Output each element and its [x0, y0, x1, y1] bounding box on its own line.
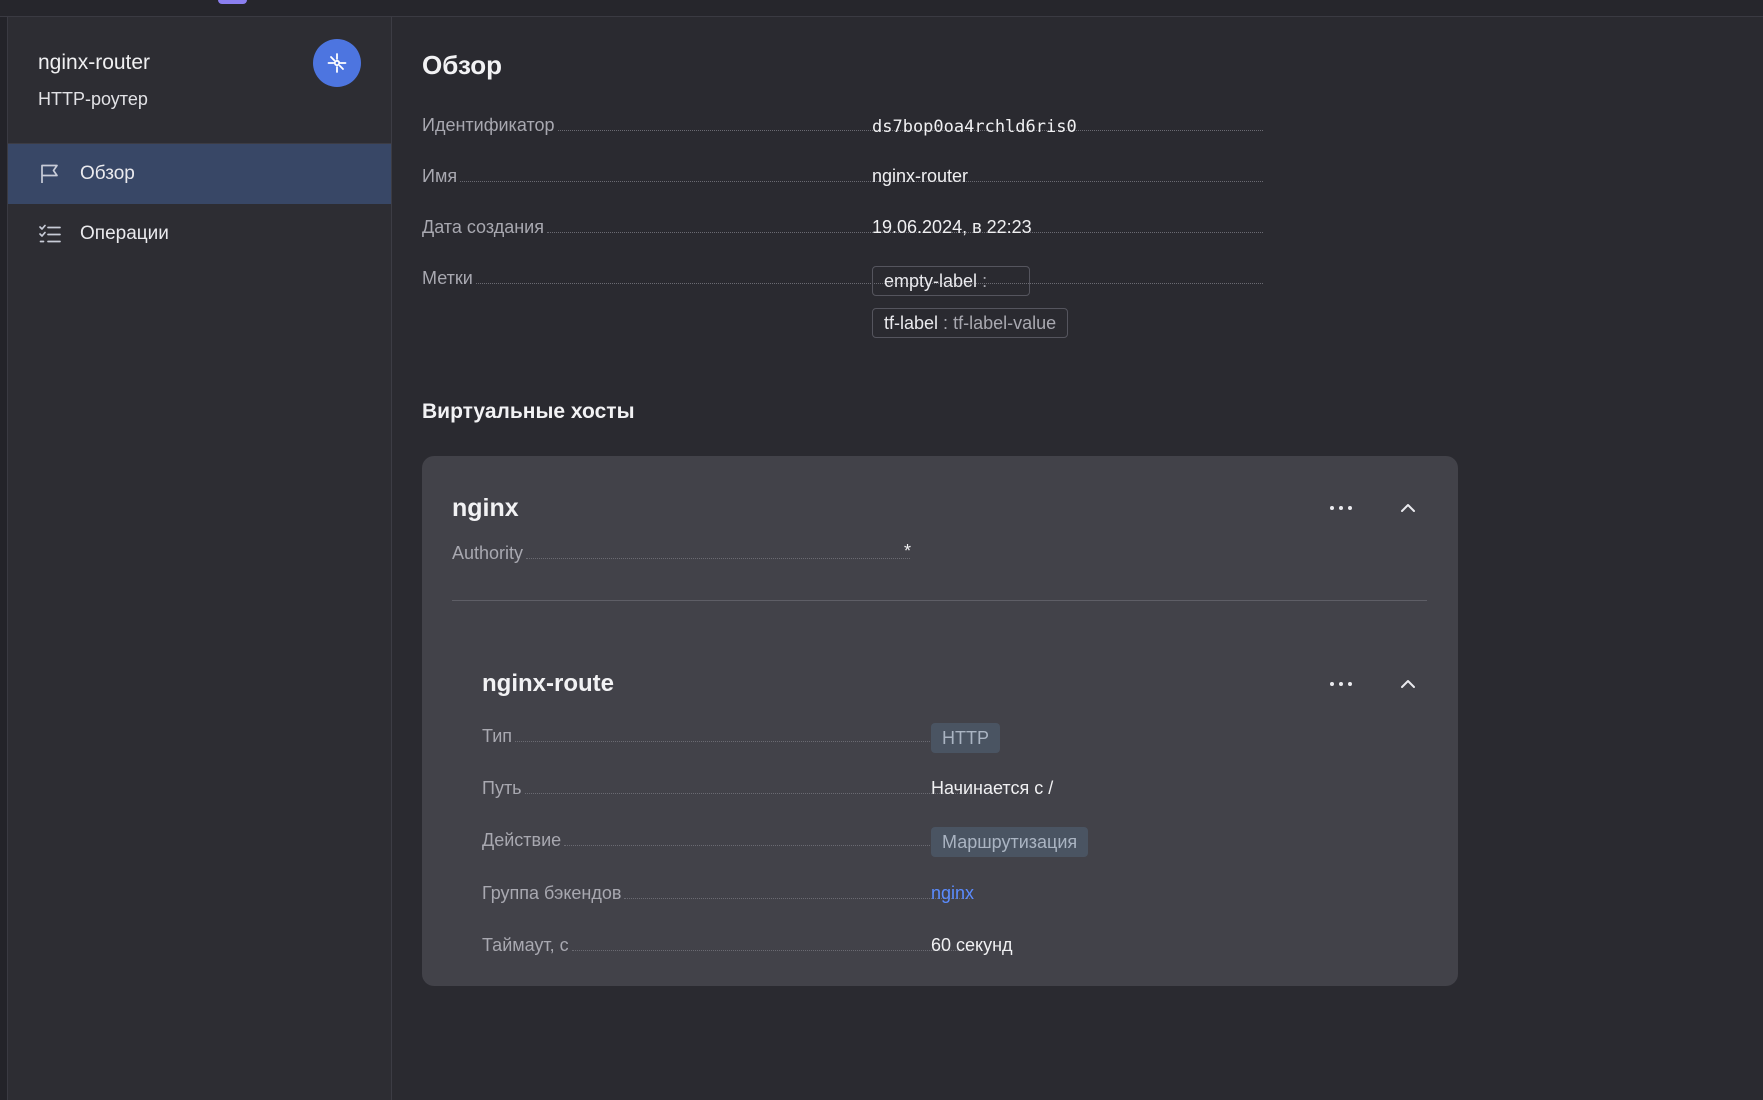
service-icon-button[interactable]	[313, 39, 361, 87]
dot	[1348, 506, 1352, 510]
resource-name: nginx-router	[872, 166, 969, 186]
leader-dots	[524, 793, 970, 794]
top-bar	[0, 0, 1763, 17]
route-action-badge: Маршрутизация	[931, 827, 1089, 857]
page-title: Обзор	[422, 50, 502, 80]
router-icon	[327, 53, 347, 73]
leader-dots	[475, 283, 1263, 284]
field-label: Таймаут, с	[482, 935, 569, 955]
field-label: Тип	[482, 726, 513, 746]
route-more-button[interactable]	[1326, 672, 1356, 696]
resource-id: ds7bop0oa4rchld6ris0	[872, 117, 1077, 137]
flag-icon	[41, 164, 58, 183]
label-chip[interactable]: tf-label : tf-label-value	[872, 308, 1069, 338]
divider	[452, 600, 1427, 601]
label-key: empty-label	[884, 271, 978, 291]
host-more-button[interactable]	[1326, 496, 1356, 520]
leader-dots	[624, 898, 970, 899]
field-row-backend-group: Группа бэкендов	[482, 883, 972, 904]
label-separator: :	[943, 313, 949, 333]
nav-label-operations: Операции	[80, 223, 169, 244]
left-rail	[0, 17, 8, 1100]
nav-item-overview[interactable]: Обзор	[8, 144, 391, 204]
route-type-badge: HTTP	[931, 723, 1000, 753]
virtual-host-card: nginx Authority * nginx-route Тип HTTP П…	[422, 456, 1458, 986]
tab-indicator	[218, 0, 247, 4]
label-value: tf-label-value	[953, 313, 1057, 333]
label-separator: :	[982, 271, 988, 291]
leader-dots	[564, 845, 970, 846]
dot	[1330, 506, 1334, 510]
field-label: Имя	[422, 166, 458, 186]
field-row-created: Дата создания	[422, 217, 1265, 238]
field-row-path: Путь	[482, 778, 972, 799]
host-collapse-button[interactable]	[1394, 496, 1422, 520]
backend-group-link[interactable]: nginx	[931, 883, 974, 904]
dot	[1348, 682, 1352, 686]
dot	[1339, 682, 1343, 686]
resource-type: HTTP-роутер	[38, 89, 148, 109]
field-row-labels: Метки	[422, 268, 1265, 289]
field-row-id: Идентификатор	[422, 115, 1265, 136]
label-chip[interactable]: empty-label :	[872, 266, 1030, 296]
field-row-timeout: Таймаут, с	[482, 935, 972, 956]
nav-label-overview: Обзор	[80, 163, 135, 184]
sidebar: nginx-router HTTP-роутер Обзор Операции	[8, 17, 392, 1100]
dot	[1339, 506, 1343, 510]
sidebar-header: nginx-router HTTP-роутер	[8, 17, 391, 144]
route-collapse-button[interactable]	[1394, 672, 1422, 696]
label-key: tf-label	[884, 313, 939, 333]
authority-value: *	[904, 541, 912, 561]
chevron-up-icon	[1401, 680, 1415, 688]
dot	[1330, 682, 1334, 686]
leader-dots	[515, 741, 970, 742]
field-label: Метки	[422, 268, 473, 288]
created-date: 19.06.2024, в 22:23	[872, 217, 1032, 237]
section-title-virtual-hosts: Виртуальные хосты	[422, 400, 635, 423]
nav-item-operations[interactable]: Операции	[8, 204, 391, 264]
main-content: Обзор Идентификатор ds7bop0oa4rchld6ris0…	[393, 17, 1763, 1100]
virtual-host-name: nginx	[452, 494, 519, 522]
field-row-authority: Authority	[452, 543, 912, 564]
field-row-name: Имя	[422, 166, 1265, 187]
field-label: Дата создания	[422, 217, 544, 237]
checklist-icon	[39, 224, 61, 243]
field-label: Действие	[482, 830, 562, 850]
field-label: Authority	[452, 543, 524, 563]
leader-dots	[526, 558, 910, 559]
resource-title: nginx-router	[38, 51, 151, 74]
route-path: Начинается с /	[931, 778, 1054, 798]
field-label: Группа бэкендов	[482, 883, 622, 903]
route-name: nginx-route	[482, 670, 614, 697]
route-timeout: 60 секунд	[931, 935, 1013, 955]
field-label: Идентификатор	[422, 115, 555, 135]
field-row-type: Тип	[482, 726, 972, 747]
chevron-up-icon	[1401, 504, 1415, 512]
field-row-action: Действие	[482, 830, 972, 851]
leader-dots	[571, 950, 970, 951]
field-label: Путь	[482, 778, 522, 798]
leader-dots	[460, 181, 1263, 182]
